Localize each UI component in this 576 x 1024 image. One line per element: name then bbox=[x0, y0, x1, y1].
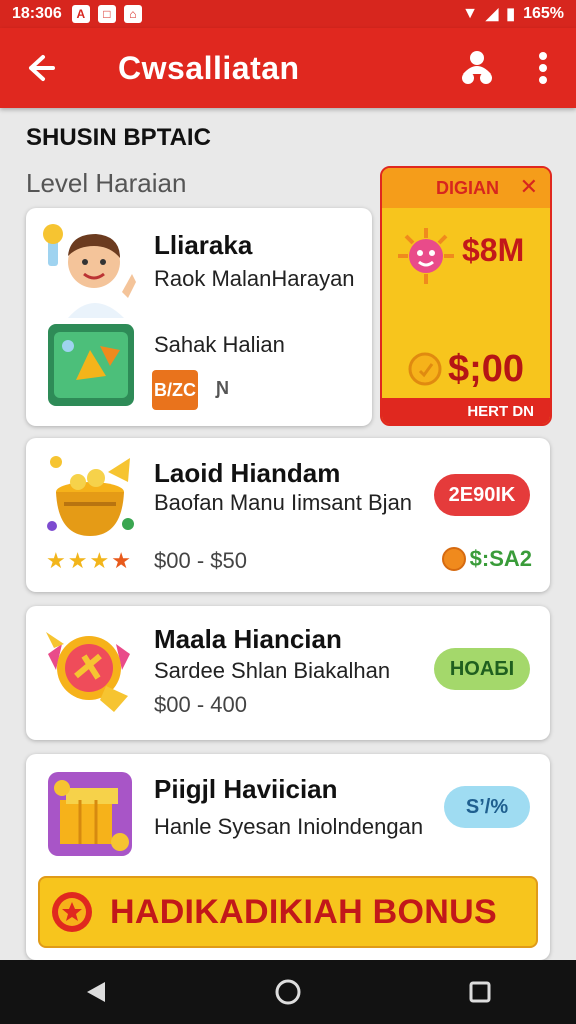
card1-count: Ɲ bbox=[216, 378, 229, 398]
star-icon: ★ bbox=[111, 548, 131, 573]
promo-amount-top: $8M bbox=[462, 232, 525, 268]
wifi-icon: ▼ bbox=[462, 5, 478, 22]
promo-amount-bottom: $;00 bbox=[448, 348, 525, 390]
smiley-sun-icon bbox=[398, 228, 454, 284]
card3-title: Maala Hiancian bbox=[154, 624, 342, 654]
card4-subtitle: Hanle Syesan Iniolndengan bbox=[154, 814, 424, 839]
star-icon: ★ bbox=[46, 548, 66, 573]
users-icon bbox=[462, 51, 492, 84]
back-button[interactable] bbox=[0, 28, 80, 108]
circle-home-icon bbox=[275, 979, 301, 1005]
arrow-left-icon bbox=[29, 55, 55, 81]
notification-home-icon: ⌂ bbox=[123, 5, 142, 23]
card1-tag-button[interactable]: B/ZC bbox=[152, 370, 198, 410]
app-title: Cwsalliatan bbox=[118, 49, 300, 86]
card4-title: Piigjl Haviician bbox=[154, 774, 338, 804]
signal-icon: ◢ bbox=[485, 6, 499, 23]
star-icon: ★ bbox=[67, 548, 88, 573]
card1-item2-label: Sahak Halian bbox=[154, 332, 285, 357]
notification-a-icon: A bbox=[71, 5, 90, 23]
card1-title: Lliaraka bbox=[154, 230, 253, 260]
treasure-pot-icon bbox=[47, 456, 134, 536]
system-nav-bar bbox=[0, 960, 576, 1024]
star-badge-icon bbox=[52, 892, 92, 932]
app-bar: Cwsalliatan bbox=[0, 28, 576, 108]
app-actions bbox=[444, 28, 576, 108]
card2-coin-row: $:SA2 bbox=[441, 546, 532, 572]
bonus-button[interactable]: HADIKADIKIAH BONUS bbox=[38, 876, 538, 948]
promo-footer: HERT DN bbox=[382, 398, 550, 424]
nav-home-button[interactable] bbox=[258, 962, 318, 1022]
notification-b-icon: □ bbox=[97, 5, 116, 23]
card2-pill-button[interactable]: 2E90IK bbox=[434, 474, 530, 516]
square-recents-icon bbox=[469, 981, 491, 1003]
star-icon: ★ bbox=[89, 548, 110, 573]
status-right: ▼ ◢ ▮ 165% bbox=[462, 4, 564, 24]
promo-tag: DIGIAN bbox=[436, 177, 499, 198]
section-title: SHUSIN BPTAIC bbox=[26, 124, 211, 151]
coin-icon bbox=[441, 547, 466, 571]
medal-badge-icon bbox=[46, 632, 130, 712]
profile-button[interactable] bbox=[444, 28, 510, 108]
card2-coin-value: $:SA2 bbox=[469, 546, 532, 571]
card2-subtitle: Baofan Manu Iimsant Bjan bbox=[154, 490, 413, 515]
coin-icon bbox=[408, 352, 442, 386]
status-bar: 18:306 A □ ⌂ ▼ ◢ ▮ 165% bbox=[0, 0, 576, 28]
close-icon[interactable]: ✕ bbox=[520, 174, 538, 200]
card3-subtitle: Sardee Shlan Biakalhan bbox=[154, 658, 391, 683]
card1-subtitle: Raok MalanHarayan bbox=[154, 266, 355, 291]
more-vertical-icon bbox=[539, 52, 547, 84]
triangle-back-icon bbox=[87, 982, 105, 1002]
level-card-2[interactable]: Laoid Hiandam Baofan Manu Iimsant Bjan ★… bbox=[26, 438, 550, 592]
rating-stars: ★ ★ ★ ★ bbox=[46, 548, 131, 574]
game-board-icon bbox=[48, 324, 134, 406]
avatar bbox=[43, 224, 136, 318]
gift-box-icon bbox=[48, 772, 132, 856]
battery-percent: 165% bbox=[523, 5, 564, 22]
nav-back-button[interactable] bbox=[66, 962, 126, 1022]
nav-recents-button[interactable] bbox=[450, 962, 510, 1022]
level-card-3[interactable]: Maala Hiancian Sardee Shlan Biakalhan $0… bbox=[26, 606, 550, 740]
card3-pill-button[interactable]: HOAБI bbox=[434, 648, 530, 690]
bonus-label: HADIKADIKIAH BONUS bbox=[110, 892, 497, 931]
card2-title: Laoid Hiandam bbox=[154, 458, 341, 488]
battery-icon: ▮ bbox=[506, 6, 516, 23]
card2-price-range: $00 - $50 bbox=[154, 548, 247, 573]
card4-pill-button[interactable]: S’/% bbox=[444, 786, 530, 828]
promo-card[interactable]: DIGIAN ✕ $8M $;00 HERT DN bbox=[380, 166, 552, 426]
menu-button[interactable] bbox=[510, 28, 576, 108]
level-card-1[interactable]: Lliaraka Raok MalanHarayan Sahak Halian … bbox=[26, 208, 372, 426]
status-time: 18:306 bbox=[12, 5, 62, 22]
level-card-4[interactable]: Piigjl Haviician Hanle Syesan Iniolndeng… bbox=[26, 754, 550, 960]
card3-price-range: $00 - 400 bbox=[154, 692, 247, 717]
level-label: Level Haraian bbox=[26, 168, 187, 198]
